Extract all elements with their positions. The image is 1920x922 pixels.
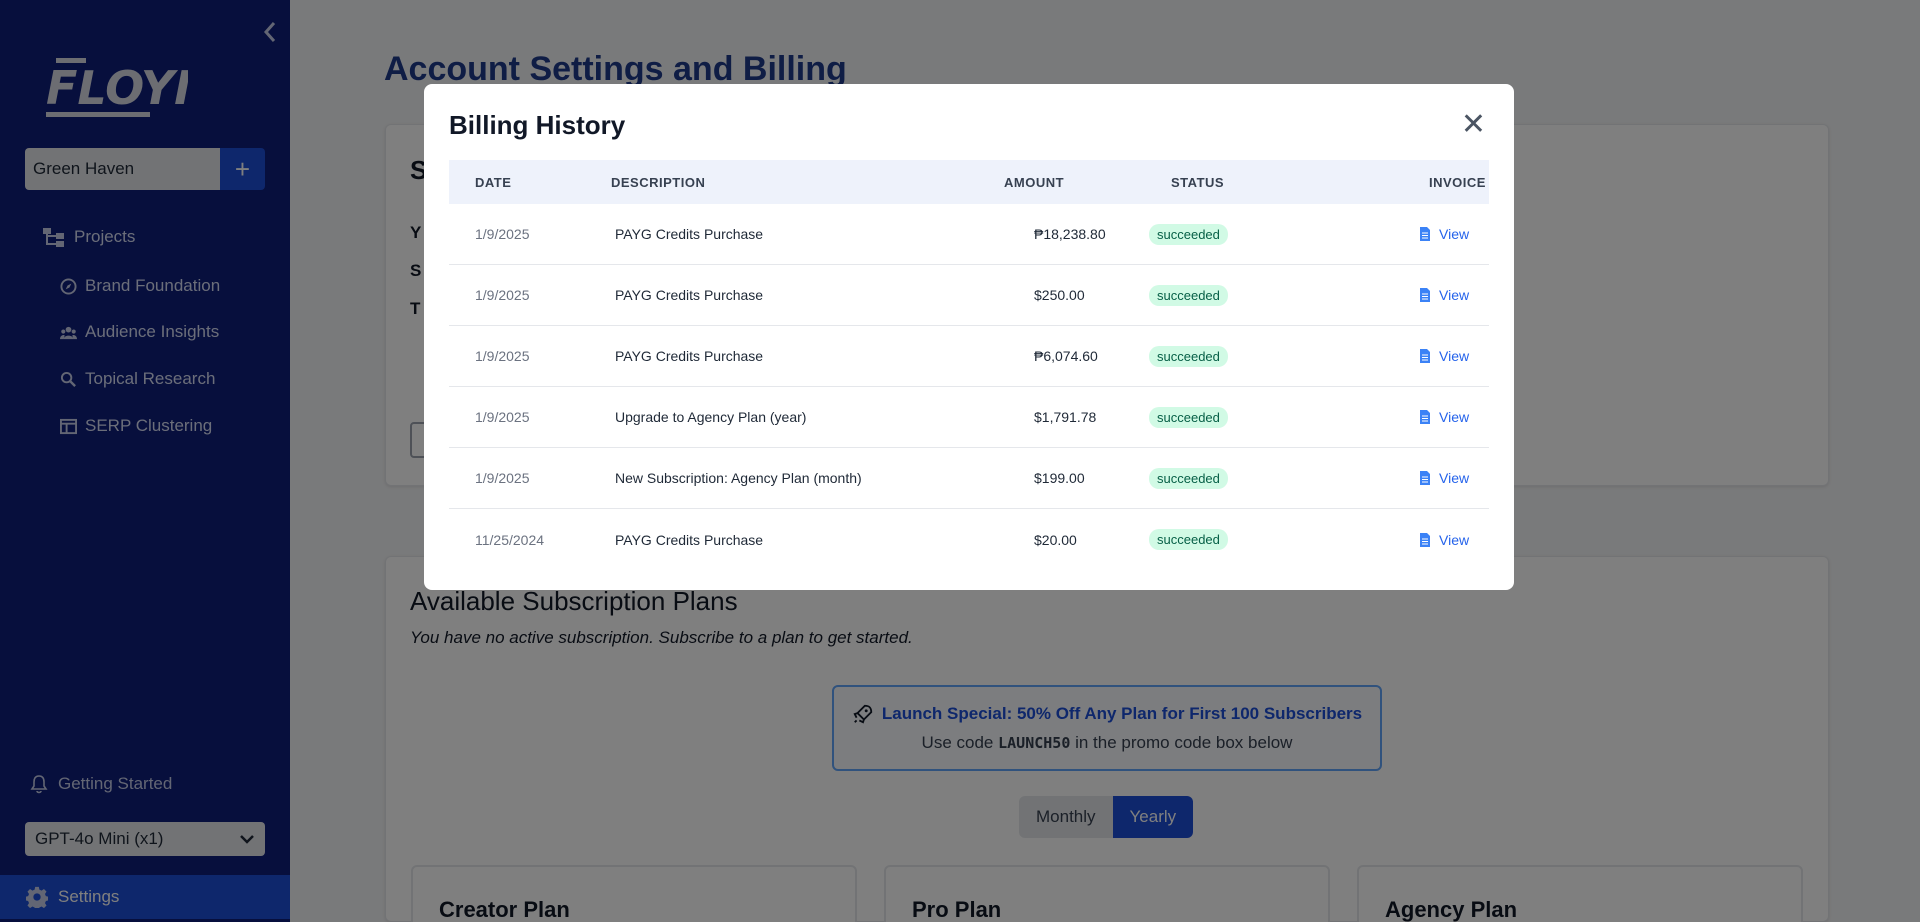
row-amount: $1,791.78 — [1034, 409, 1097, 425]
column-header-description: DESCRIPTION — [611, 174, 706, 190]
row-description: PAYG Credits Purchase — [615, 287, 764, 303]
row-date: 1/9/2025 — [475, 409, 530, 425]
row-date: 1/9/2025 — [475, 470, 530, 486]
row-description: PAYG Credits Purchase — [615, 348, 764, 364]
row-amount: $20.00 — [1034, 531, 1077, 548]
view-invoice-link[interactable]: View — [1289, 409, 1489, 425]
view-invoice-link[interactable]: View — [1289, 226, 1489, 242]
billing-history-table: DATE DESCRIPTION AMOUNT STATUS INVOICE 1… — [449, 160, 1489, 570]
table-body: 1/9/2025 PAYG Credits Purchase ₱18,238.80 s… — [449, 204, 1489, 570]
status-badge: succeeded — [1149, 529, 1228, 550]
row-status: succeeded — [1149, 467, 1289, 489]
status-badge: succeeded — [1149, 467, 1228, 489]
row-amount: $199.00 — [1034, 470, 1085, 486]
document-icon — [1420, 349, 1430, 363]
status-badge: succeeded — [1149, 284, 1228, 306]
view-invoice-label: View — [1439, 470, 1470, 486]
table-row: 1/9/2025 PAYG Credits Purchase ₱18,238.80 s… — [449, 204, 1489, 265]
row-status: succeeded — [1149, 345, 1289, 367]
view-invoice-label: View — [1439, 287, 1470, 303]
document-icon — [1420, 288, 1430, 302]
view-invoice-link[interactable]: View — [1289, 470, 1489, 486]
row-status: succeeded — [1149, 223, 1289, 245]
column-header-amount: AMOUNT — [1004, 174, 1065, 190]
document-icon — [1420, 227, 1430, 241]
row-amount: ₱18,238.80 — [1034, 226, 1106, 242]
row-description: PAYG Credits Purchase — [615, 226, 764, 242]
row-amount: ₱6,074.60 — [1034, 348, 1098, 364]
table-row: 1/9/2025 New Subscription: Agency Plan (m… — [449, 448, 1489, 509]
row-description: New Subscription: Agency Plan (month) — [615, 470, 862, 486]
view-invoice-label: View — [1439, 531, 1470, 548]
table-row: 1/9/2025 PAYG Credits Purchase ₱6,074.60 su… — [449, 326, 1489, 387]
status-badge: succeeded — [1149, 406, 1228, 428]
column-header-invoice: INVOICE — [1429, 174, 1486, 190]
view-invoice-link[interactable]: View — [1289, 348, 1489, 364]
row-amount: $250.00 — [1034, 287, 1085, 303]
row-date: 11/25/2024 — [475, 531, 545, 548]
view-invoice-link[interactable]: View — [1289, 287, 1489, 303]
table-row: 1/9/2025 PAYG Credits Purchase $250.00 succ… — [449, 265, 1489, 326]
view-invoice-link[interactable]: View — [1289, 532, 1489, 548]
table-row: 1/9/2025 Upgrade to Agency Plan (year) $1,… — [449, 387, 1489, 448]
billing-history-modal: Billing History ✕ DATE DESCRIPTION AMOUN… — [424, 84, 1514, 590]
status-badge: succeeded — [1149, 223, 1228, 245]
row-date: 1/9/2025 — [475, 348, 530, 364]
view-invoice-label: View — [1439, 348, 1470, 364]
document-icon — [1420, 532, 1430, 547]
view-invoice-label: View — [1439, 226, 1470, 242]
table-header: DATE DESCRIPTION AMOUNT STATUS INVOICE — [449, 160, 1489, 204]
column-header-status: STATUS — [1171, 174, 1225, 190]
row-description: Upgrade to Agency Plan (year) — [615, 409, 807, 425]
document-icon — [1420, 471, 1430, 485]
row-status: succeeded — [1149, 284, 1289, 306]
modal-title: Billing History — [449, 110, 626, 140]
row-status: succeeded — [1149, 406, 1289, 428]
row-description: PAYG Credits Purchase — [615, 531, 764, 548]
status-badge: succeeded — [1149, 345, 1228, 367]
row-date: 1/9/2025 — [475, 287, 530, 303]
row-date: 1/9/2025 — [475, 226, 530, 242]
column-header-date: DATE — [475, 174, 512, 190]
row-status: succeeded — [1149, 529, 1289, 550]
document-icon — [1420, 410, 1430, 424]
table-row: 11/25/2024 PAYG Credits Purchase $20.00 suc… — [449, 509, 1489, 570]
view-invoice-label: View — [1439, 409, 1470, 425]
close-icon[interactable]: ✕ — [1461, 110, 1486, 140]
